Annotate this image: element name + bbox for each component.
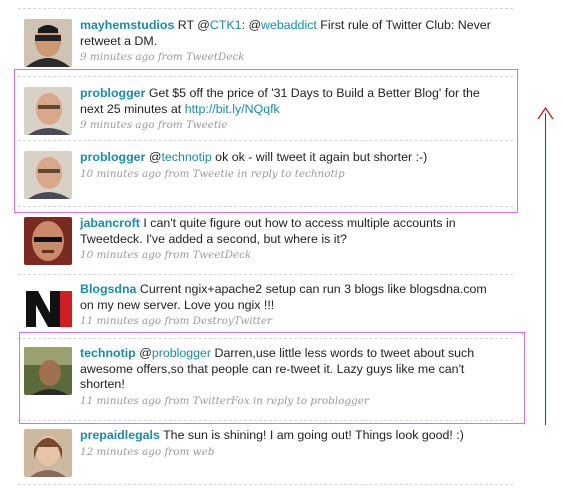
avatar[interactable] xyxy=(24,283,72,331)
tweet-timestamp[interactable]: 11 minutes ago from DestroyTwitter xyxy=(80,314,500,328)
tweet-text: : @ xyxy=(241,18,262,32)
tweet-timestamp[interactable]: 9 minutes ago from TweetDeck xyxy=(80,50,500,64)
tweet-username[interactable]: jabancroft xyxy=(80,216,140,230)
tweet-username[interactable]: prepaidlegals xyxy=(80,428,160,442)
highlight-box xyxy=(14,69,518,213)
tweet-text: RT @ xyxy=(177,18,210,32)
highlight-box xyxy=(19,332,525,424)
tweet-text: Current ngix+apache2 setup can run 3 blo… xyxy=(80,282,487,312)
up-arrow-icon xyxy=(537,107,554,120)
up-arrow-icon xyxy=(545,113,546,425)
avatar[interactable] xyxy=(24,217,72,265)
divider xyxy=(18,274,513,275)
avatar[interactable] xyxy=(24,429,72,477)
tweet-text: The sun is shining! I am going out! Thin… xyxy=(163,428,464,442)
mention-link[interactable]: CTK1 xyxy=(210,18,242,32)
tweet-timestamp[interactable]: 10 minutes ago from TweetDeck xyxy=(80,248,500,262)
avatar[interactable] xyxy=(24,19,72,67)
divider xyxy=(18,8,513,9)
tweet-username[interactable]: Blogsdna xyxy=(80,282,136,296)
tweet-timestamp[interactable]: 12 minutes ago from web xyxy=(80,445,500,459)
tweet-username[interactable]: mayhemstudios xyxy=(80,18,174,32)
divider xyxy=(18,484,513,485)
mention-link[interactable]: webaddict xyxy=(261,18,317,32)
tweet-item: prepaidlegals The sun is shining! I am g… xyxy=(18,428,513,488)
tweet-item: jabancroft I can't quite figure out how … xyxy=(18,216,513,276)
